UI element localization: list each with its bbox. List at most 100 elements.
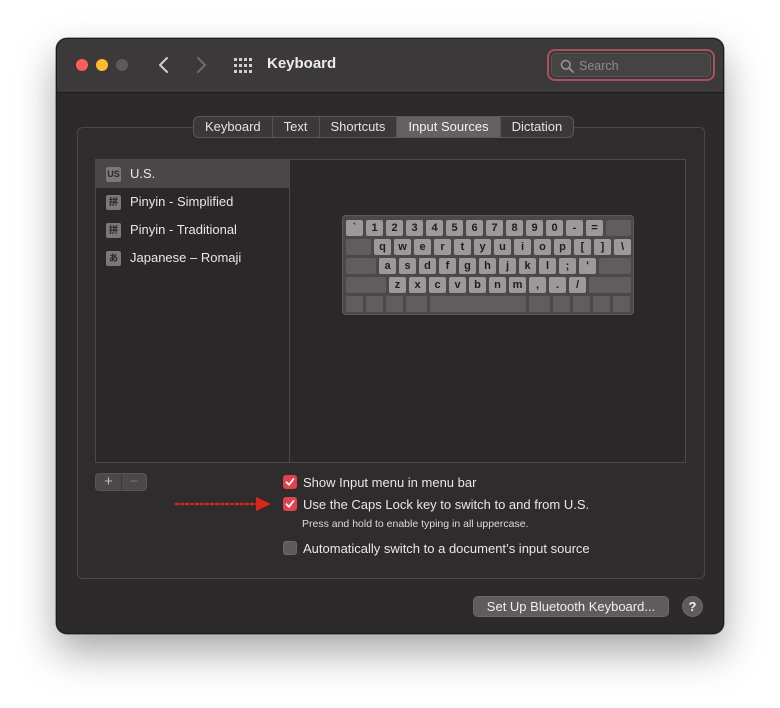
list-item-pinyin-simplified[interactable]: 拼 Pinyin - Simplified xyxy=(96,188,290,216)
key: 1 xyxy=(366,220,383,236)
list-add-remove-control: + − xyxy=(95,473,147,491)
source-label: Pinyin - Traditional xyxy=(130,222,237,237)
key: m xyxy=(509,277,526,293)
key: 3 xyxy=(406,220,423,236)
key: r xyxy=(434,239,451,255)
annotation-arrow-icon xyxy=(175,497,271,511)
pinyin-icon: 拼 xyxy=(106,223,121,238)
key: v xyxy=(449,277,466,293)
keyboard-row-home: a s d f g h j k l ; ' xyxy=(346,258,631,274)
keyboard-row-bottom: z x c v b n m , . / xyxy=(346,277,631,293)
key: h xyxy=(479,258,496,274)
add-input-source-button[interactable]: + xyxy=(96,474,121,490)
source-label: Pinyin - Simplified xyxy=(130,194,234,209)
key: y xyxy=(474,239,491,255)
key: k xyxy=(519,258,536,274)
key: n xyxy=(489,277,506,293)
setup-bluetooth-keyboard-button[interactable]: Set Up Bluetooth Keyboard... xyxy=(473,596,669,617)
key: 7 xyxy=(486,220,503,236)
keyboard-layout-preview: ` 1 2 3 4 5 6 7 8 9 0 - = q w e r t y u … xyxy=(342,215,634,315)
caps-lock-switch-checkbox[interactable] xyxy=(283,497,297,511)
key: / xyxy=(569,277,586,293)
key: x xyxy=(409,277,426,293)
search-field[interactable] xyxy=(547,49,715,81)
control-key xyxy=(366,296,383,312)
chevron-right-icon xyxy=(197,57,206,73)
back-button[interactable] xyxy=(153,53,175,77)
tab-bar: Keyboard Text Shortcuts Input Sources Di… xyxy=(193,116,575,138)
auto-switch-option[interactable]: Automatically switch to a document’s inp… xyxy=(283,539,590,557)
title-bar: Keyboard xyxy=(57,39,723,93)
list-item-us[interactable]: US U.S. xyxy=(96,160,290,188)
command-key xyxy=(406,296,427,312)
key: q xyxy=(374,239,391,255)
key: . xyxy=(549,277,566,293)
search-input[interactable] xyxy=(579,57,699,75)
arrow-updown-key xyxy=(593,296,610,312)
key: l xyxy=(539,258,556,274)
checkmark-icon xyxy=(285,500,295,508)
key: 5 xyxy=(446,220,463,236)
keyboard-row-numbers: ` 1 2 3 4 5 6 7 8 9 0 - = xyxy=(346,220,631,236)
key: g xyxy=(459,258,476,274)
key: j xyxy=(499,258,516,274)
show-input-menu-checkbox[interactable] xyxy=(283,475,297,489)
grid-icon xyxy=(234,58,252,73)
remove-input-source-button[interactable]: − xyxy=(121,474,146,490)
show-input-menu-option[interactable]: Show Input menu in menu bar xyxy=(283,473,476,491)
pinyin-icon: 拼 xyxy=(106,195,121,210)
key: 4 xyxy=(426,220,443,236)
left-shift-key xyxy=(346,277,386,293)
key: p xyxy=(554,239,571,255)
key: s xyxy=(399,258,416,274)
caps-lock-hint: Press and hold to enable typing in all u… xyxy=(302,518,529,530)
forward-button[interactable] xyxy=(190,53,212,77)
key: 9 xyxy=(526,220,543,236)
list-item-pinyin-traditional[interactable]: 拼 Pinyin - Traditional xyxy=(96,216,290,244)
tab-shortcuts[interactable]: Shortcuts xyxy=(320,117,398,137)
key: d xyxy=(419,258,436,274)
keyboard-row-modifiers xyxy=(346,296,630,312)
key: ; xyxy=(559,258,576,274)
option-key xyxy=(553,296,570,312)
option-key xyxy=(386,296,403,312)
caps-lock-switch-option[interactable]: Use the Caps Lock key to switch to and f… xyxy=(283,495,589,513)
key: i xyxy=(514,239,531,255)
checkmark-icon xyxy=(285,478,295,486)
source-label: U.S. xyxy=(130,166,156,181)
input-sources-list: US U.S. 拼 Pinyin - Simplified 拼 Pinyin -… xyxy=(95,159,290,463)
tab-input-sources[interactable]: Input Sources xyxy=(397,117,501,137)
close-window-button[interactable] xyxy=(76,59,88,71)
minimize-window-button[interactable] xyxy=(96,59,108,71)
key: - xyxy=(566,220,583,236)
key: a xyxy=(379,258,396,274)
key: ` xyxy=(346,220,363,236)
source-label: Japanese – Romaji xyxy=(130,250,242,265)
tab-dictation[interactable]: Dictation xyxy=(501,117,574,137)
key: u xyxy=(494,239,511,255)
key: 6 xyxy=(466,220,483,236)
caps-lock-key xyxy=(346,258,376,274)
chevron-left-icon xyxy=(159,57,168,73)
show-all-grid-button[interactable] xyxy=(233,56,253,76)
auto-switch-checkbox[interactable] xyxy=(283,541,297,555)
key: w xyxy=(394,239,411,255)
zoom-window-button[interactable] xyxy=(116,59,128,71)
key: o xyxy=(534,239,551,255)
key: = xyxy=(586,220,603,236)
key: c xyxy=(429,277,446,293)
return-key xyxy=(599,258,631,274)
arrow-right-key xyxy=(613,296,630,312)
key: \ xyxy=(614,239,631,255)
space-key xyxy=(430,296,526,312)
key: [ xyxy=(574,239,591,255)
window-title: Keyboard xyxy=(267,55,337,72)
key: b xyxy=(469,277,486,293)
tab-keyboard[interactable]: Keyboard xyxy=(194,117,273,137)
tab-text[interactable]: Text xyxy=(273,117,320,137)
show-input-menu-label: Show Input menu in menu bar xyxy=(303,474,477,490)
help-button[interactable]: ? xyxy=(682,596,703,617)
keyboard-preferences-window: Keyboard Keyboard Text Shortcuts Input S… xyxy=(56,38,724,634)
key: ] xyxy=(594,239,611,255)
list-item-japanese-romaji[interactable]: あ Japanese – Romaji xyxy=(96,244,290,272)
